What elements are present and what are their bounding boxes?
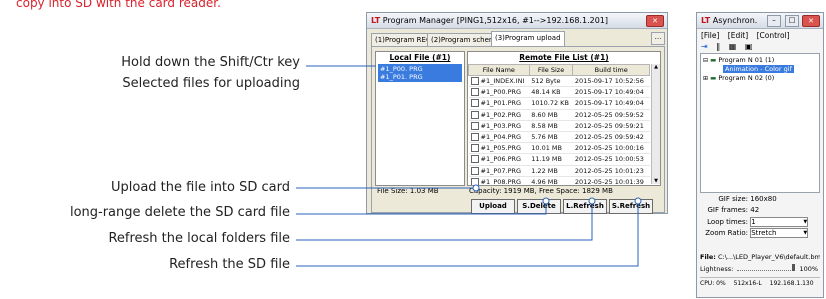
leader-line-delete xyxy=(296,203,547,215)
leader-line-refresh-sd xyxy=(296,203,639,267)
leader-dot-delete xyxy=(542,197,550,205)
leader-dot-refresh-sd xyxy=(634,197,642,205)
leader-dot-refresh-local xyxy=(588,197,596,205)
leader-line-refresh-local xyxy=(296,203,593,241)
callout-lines xyxy=(296,65,642,267)
leader-dot-upload xyxy=(472,184,480,192)
